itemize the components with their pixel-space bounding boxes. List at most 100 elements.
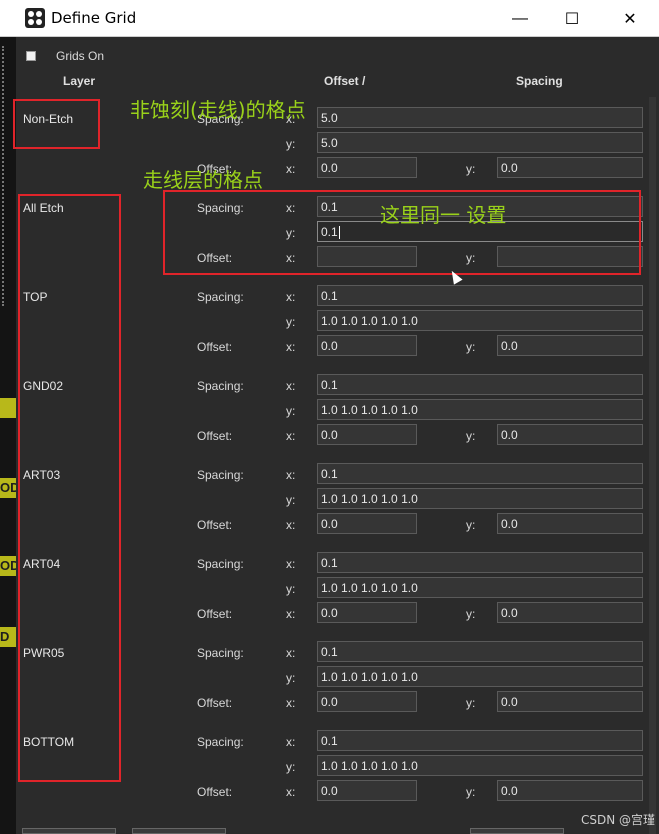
offset-y-input[interactable]: 0.0 [497, 691, 643, 712]
spacing-y-value: 1.0 1.0 1.0 1.0 1.0 [321, 314, 418, 328]
header-offset: Offset / [324, 74, 366, 88]
close-button[interactable]: ✕ [607, 0, 653, 37]
annotation-text-etch-layers: 走线层的格点 [143, 168, 263, 192]
background-chip: OD [0, 556, 16, 576]
spacing-y-value: 1.0 1.0 1.0 1.0 1.0 [321, 492, 418, 506]
spacing-y-input[interactable]: 1.0 1.0 1.0 1.0 1.0 [317, 399, 643, 420]
offset-x-input[interactable]: 0.0 [317, 691, 417, 712]
app-icon [25, 8, 45, 28]
y-label: y: [466, 429, 476, 443]
spacing-x-input[interactable]: 0.1 [317, 374, 643, 395]
y-label: y: [286, 582, 296, 596]
y-label: y: [466, 162, 476, 176]
spacing-y-value: 1.0 1.0 1.0 1.0 1.0 [321, 581, 418, 595]
offset-y-input[interactable]: 0.0 [497, 424, 643, 445]
background-canvas [0, 36, 16, 834]
offset-label: Offset: [197, 429, 233, 443]
spacing-y-value: 1.0 1.0 1.0 1.0 1.0 [321, 670, 418, 684]
y-label: y: [466, 518, 476, 532]
bottom-button[interactable] [470, 828, 564, 834]
annotation-text-same-setting: 这里同一 设置 [380, 203, 507, 227]
offset-label: Offset: [197, 785, 233, 799]
spacing-label: Spacing: [197, 735, 244, 749]
spacing-label: Spacing: [197, 557, 244, 571]
y-label: y: [466, 340, 476, 354]
offset-label: Offset: [197, 518, 233, 532]
watermark: CSDN @宫瑾 [581, 813, 656, 827]
annotation-text-non-etch: 非蚀刻(走线)的格点 [130, 98, 306, 122]
x-label: x: [286, 379, 296, 393]
spacing-y-value: 1.0 1.0 1.0 1.0 1.0 [321, 759, 418, 773]
x-label: x: [286, 429, 296, 443]
offset-y-input[interactable]: 0.0 [497, 602, 643, 623]
offset-y-input[interactable]: 0.0 [497, 780, 643, 801]
background-chip: D [0, 627, 16, 647]
offset-x-input[interactable]: 0.0 [317, 335, 417, 356]
y-label: y: [286, 315, 296, 329]
background-chip: OD [0, 478, 16, 498]
spacing-x-input[interactable]: 0.1 [317, 552, 643, 573]
spacing-x-input[interactable]: 0.1 [317, 463, 643, 484]
y-label: y: [466, 785, 476, 799]
maximize-button[interactable]: ☐ [549, 0, 595, 37]
offset-label: Offset: [197, 696, 233, 710]
annotation-box-layers [18, 194, 121, 782]
y-label: y: [286, 404, 296, 418]
offset-x-input[interactable]: 0.0 [317, 157, 417, 178]
offset-x-input[interactable]: 0.0 [317, 424, 417, 445]
spacing-y-input[interactable]: 1.0 1.0 1.0 1.0 1.0 [317, 310, 643, 331]
x-label: x: [286, 735, 296, 749]
x-label: x: [286, 518, 296, 532]
offset-y-input[interactable]: 0.0 [497, 335, 643, 356]
x-label: x: [286, 646, 296, 660]
header-layer: Layer [63, 74, 96, 88]
offset-label: Offset: [197, 607, 233, 621]
header-spacing: Spacing [516, 74, 563, 88]
spacing-y-input[interactable]: 1.0 1.0 1.0 1.0 1.0 [317, 666, 643, 687]
annotation-box-non-etch [13, 99, 100, 149]
window-title: Define Grid [51, 9, 137, 27]
minimize-button[interactable]: — [497, 0, 543, 37]
spacing-y-input[interactable]: 1.0 1.0 1.0 1.0 1.0 [317, 755, 643, 776]
x-label: x: [286, 696, 296, 710]
background-chip [0, 398, 16, 418]
y-label: y: [466, 696, 476, 710]
spacing-y-input[interactable]: 5.0 [317, 132, 643, 153]
x-label: x: [286, 607, 296, 621]
spacing-y-input[interactable]: 1.0 1.0 1.0 1.0 1.0 [317, 488, 643, 509]
bottom-button[interactable] [22, 828, 116, 834]
spacing-y-input[interactable]: 1.0 1.0 1.0 1.0 1.0 [317, 577, 643, 598]
offset-y-input[interactable]: 0.0 [497, 157, 643, 178]
scrollbar[interactable] [649, 97, 656, 834]
spacing-label: Spacing: [197, 379, 244, 393]
spacing-x-input[interactable]: 0.1 [317, 285, 643, 306]
y-label: y: [286, 137, 296, 151]
grids-on-label: Grids On [56, 49, 105, 63]
y-label: y: [286, 671, 296, 685]
grids-on-checkbox[interactable] [26, 51, 36, 61]
title-bar: Define Grid — ☐ ✕ [0, 0, 659, 37]
x-label: x: [286, 162, 296, 176]
spacing-x-input[interactable]: 0.1 [317, 641, 643, 662]
offset-x-input[interactable]: 0.0 [317, 513, 417, 534]
y-label: y: [286, 760, 296, 774]
x-label: x: [286, 468, 296, 482]
bottom-button[interactable] [132, 828, 226, 834]
spacing-y-value: 5.0 [321, 136, 338, 150]
x-label: x: [286, 557, 296, 571]
x-label: x: [286, 290, 296, 304]
grids-on-row: Grids On [26, 49, 104, 63]
spacing-y-value: 1.0 1.0 1.0 1.0 1.0 [321, 403, 418, 417]
spacing-x-input[interactable]: 0.1 [317, 730, 643, 751]
x-label: x: [286, 785, 296, 799]
background-dots [2, 46, 8, 306]
y-label: y: [286, 493, 296, 507]
spacing-label: Spacing: [197, 468, 244, 482]
offset-x-input[interactable]: 0.0 [317, 602, 417, 623]
y-label: y: [466, 607, 476, 621]
offset-label: Offset: [197, 340, 233, 354]
offset-x-input[interactable]: 0.0 [317, 780, 417, 801]
spacing-x-input[interactable]: 5.0 [317, 107, 643, 128]
x-label: x: [286, 340, 296, 354]
offset-y-input[interactable]: 0.0 [497, 513, 643, 534]
